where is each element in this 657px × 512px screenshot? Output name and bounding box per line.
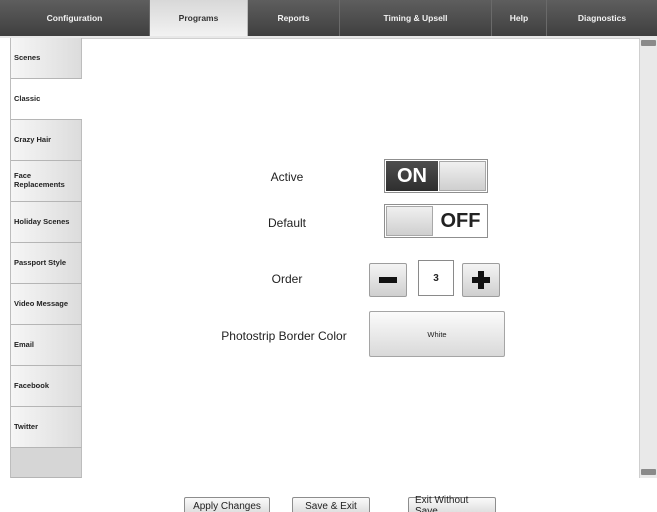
toggle-on-state: ON	[386, 161, 438, 191]
order-decrement-button[interactable]	[369, 263, 407, 297]
tab-configuration[interactable]: Configuration	[0, 0, 150, 36]
sidebar-filler	[11, 448, 82, 478]
order-label: Order	[271, 272, 303, 286]
sidebar-item-facebook[interactable]: Facebook	[11, 366, 82, 407]
default-label: Default	[267, 216, 307, 230]
border-color-label: Photostrip Border Color	[221, 329, 347, 343]
sidebar-item-twitter[interactable]: Twitter	[11, 407, 82, 448]
toggle-off-state: OFF	[440, 209, 481, 232]
scroll-down-arrow[interactable]	[641, 469, 656, 475]
tab-timing-upsell[interactable]: Timing & Upsell	[340, 0, 492, 36]
sidebar-item-video-message[interactable]: Video Message	[11, 284, 82, 325]
apply-changes-button[interactable]: Apply Changes	[184, 497, 270, 512]
minus-icon	[379, 277, 397, 283]
active-toggle[interactable]: ON	[384, 159, 488, 193]
tab-programs[interactable]: Programs	[150, 0, 248, 36]
border-color-button[interactable]: White	[369, 311, 505, 357]
scroll-up-arrow[interactable]	[641, 40, 656, 46]
default-toggle[interactable]: OFF	[384, 204, 488, 238]
sidebar-item-holiday-scenes[interactable]: Holiday Scenes	[11, 202, 82, 243]
active-label: Active	[270, 170, 304, 184]
program-settings-panel: Active ON Default OFF Order 3 Photostrip…	[82, 38, 639, 478]
order-value[interactable]: 3	[418, 260, 454, 296]
program-sidebar: Scenes Classic Crazy Hair Face Replaceme…	[10, 38, 82, 478]
toggle-knob	[386, 206, 433, 236]
sidebar-item-classic[interactable]: Classic	[11, 79, 82, 120]
tab-help[interactable]: Help	[492, 0, 547, 36]
top-tab-bar: Configuration Programs Reports Timing & …	[0, 0, 657, 38]
vertical-scrollbar[interactable]	[639, 38, 657, 478]
sidebar-item-email[interactable]: Email	[11, 325, 82, 366]
sidebar-item-crazy-hair[interactable]: Crazy Hair	[11, 120, 82, 161]
tab-reports[interactable]: Reports	[248, 0, 340, 36]
save-exit-button[interactable]: Save & Exit	[292, 497, 370, 512]
sidebar-item-passport-style[interactable]: Passport Style	[11, 243, 82, 284]
exit-without-save-button[interactable]: Exit Without Save	[408, 495, 496, 512]
sidebar-item-scenes[interactable]: Scenes	[11, 38, 82, 79]
tab-diagnostics[interactable]: Diagnostics	[547, 0, 657, 36]
plus-icon	[472, 271, 490, 289]
toggle-knob	[439, 161, 486, 191]
sidebar-item-face-replacements[interactable]: Face Replacements	[11, 161, 82, 202]
order-increment-button[interactable]	[462, 263, 500, 297]
